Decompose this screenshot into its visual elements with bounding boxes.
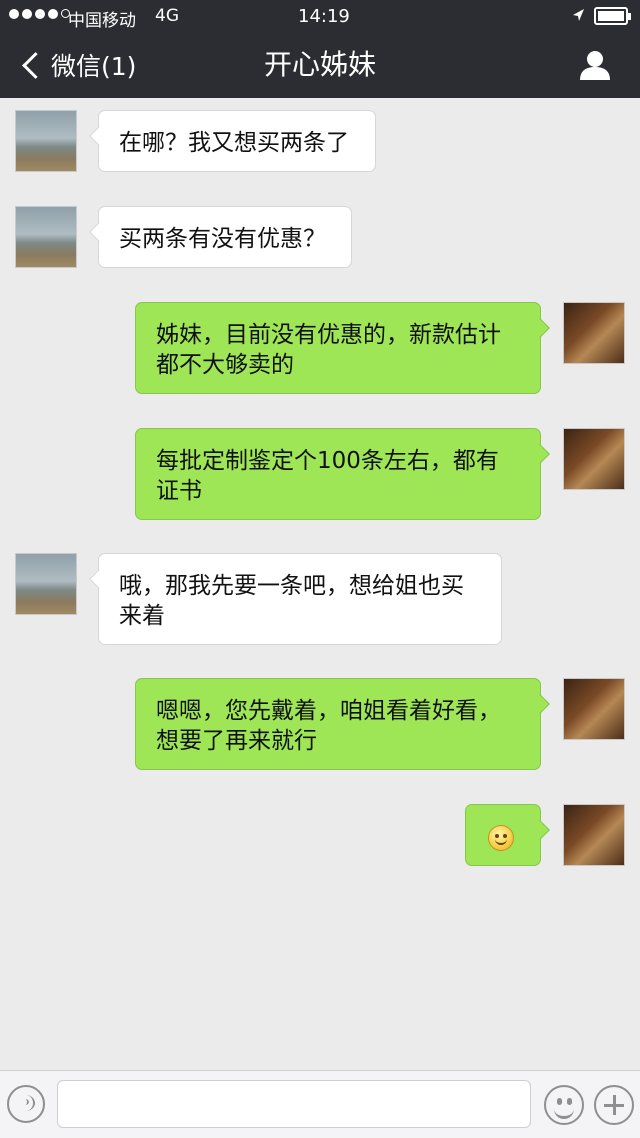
message-bubble[interactable]: 姊妹，目前没有优惠的，新款估计都不大够卖的: [135, 302, 550, 394]
emoji-icon[interactable]: [544, 1085, 584, 1125]
top-bar: 中国移动 4G 14:19 微信(1) 开心姊妹: [0, 0, 640, 98]
avatar[interactable]: [15, 553, 77, 615]
message-bubble[interactable]: 每批定制鉴定个100条左右，都有证书: [135, 428, 550, 520]
message-bubble[interactable]: 哦，那我先要一条吧，想给姐也买来着: [89, 553, 502, 645]
back-label: 微信(1): [51, 52, 137, 81]
network-label: 4G: [155, 6, 179, 26]
chevron-left-icon: [22, 51, 49, 79]
avatar[interactable]: [563, 678, 625, 740]
message-text: 嗯嗯，您先戴着，咱姐看着好看，想要了再来就行: [156, 698, 501, 754]
location-arrow-icon: [573, 9, 584, 21]
carrier-label: 中国移动: [68, 11, 136, 31]
message-bubble[interactable]: 在哪？我又想买两条了: [89, 110, 376, 172]
message-bubble[interactable]: 买两条有没有优惠？: [89, 206, 352, 268]
message-text: 在哪？我又想买两条了: [119, 130, 349, 156]
message-bubble[interactable]: [465, 804, 550, 866]
message-text: 哦，那我先要一条吧，想给姐也买来着: [119, 573, 464, 629]
voice-icon[interactable]: [7, 1085, 45, 1123]
message-text: 姊妹，目前没有优惠的，新款估计都不大够卖的: [156, 322, 501, 378]
avatar[interactable]: [15, 110, 77, 172]
person-icon[interactable]: [578, 48, 612, 82]
message-bubble[interactable]: 嗯嗯，您先戴着，咱姐看着好看，想要了再来就行: [135, 678, 550, 770]
message-text: 每批定制鉴定个100条左右，都有证书: [156, 448, 499, 504]
status-bar: 中国移动 4G 14:19: [0, 0, 640, 34]
plus-icon[interactable]: [594, 1085, 634, 1125]
avatar[interactable]: [563, 302, 625, 364]
input-bar: [0, 1070, 640, 1138]
message-text: 买两条有没有优惠？: [119, 226, 326, 252]
avatar[interactable]: [563, 804, 625, 866]
chat-area[interactable]: 在哪？我又想买两条了 买两条有没有优惠？ 姊妹，目前没有优惠的，新款估计都不大够…: [0, 98, 640, 1070]
back-button[interactable]: 微信(1): [20, 45, 136, 85]
signal-dots-icon: [9, 9, 70, 19]
message-input[interactable]: [57, 1080, 531, 1128]
battery-icon: [594, 7, 631, 25]
avatar[interactable]: [563, 428, 625, 490]
status-time: 14:19: [298, 6, 350, 27]
avatar[interactable]: [15, 206, 77, 268]
smile-emoji-icon: [488, 824, 514, 851]
